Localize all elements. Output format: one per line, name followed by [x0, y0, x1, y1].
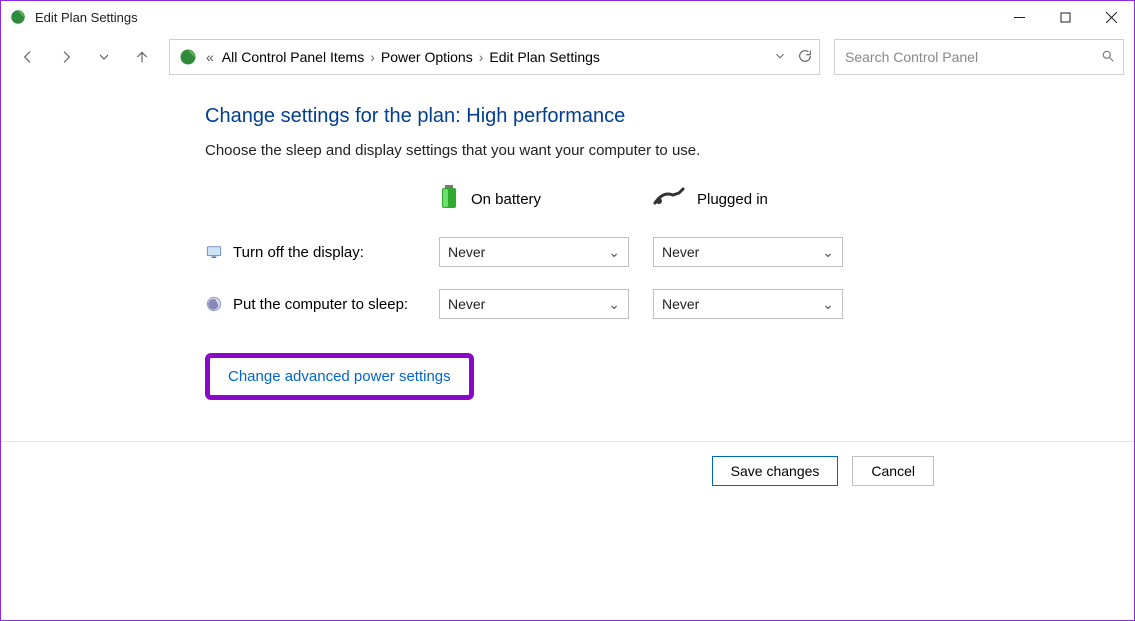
button-label: Save changes — [731, 463, 820, 479]
column-header-plugged: Plugged in — [653, 187, 853, 211]
address-bar[interactable]: « All Control Panel Items › Power Option… — [169, 39, 820, 75]
button-label: Cancel — [871, 463, 915, 479]
sleep-icon — [205, 295, 223, 313]
search-box[interactable] — [834, 39, 1124, 75]
chevron-down-icon: ⌄ — [608, 296, 620, 313]
display-battery-select[interactable]: Never ⌄ — [439, 237, 629, 267]
settings-grid: On battery Plugged in Turn off the displ… — [205, 183, 1134, 319]
page-subtext: Choose the sleep and display settings th… — [205, 142, 1134, 159]
refresh-button[interactable] — [797, 48, 813, 67]
close-button[interactable] — [1088, 1, 1134, 33]
breadcrumb-item[interactable]: All Control Panel Items — [222, 49, 364, 65]
title-bar: Edit Plan Settings — [1, 1, 1134, 33]
display-plugged-select[interactable]: Never ⌄ — [653, 237, 843, 267]
row-text: Put the computer to sleep: — [233, 296, 408, 313]
control-panel-icon — [178, 47, 198, 67]
prefix-chevron-icon: « — [204, 49, 216, 65]
breadcrumb: All Control Panel Items › Power Options … — [222, 49, 767, 65]
breadcrumb-item[interactable]: Power Options — [381, 49, 473, 65]
maximize-button[interactable] — [1042, 1, 1088, 33]
chevron-right-icon: › — [370, 49, 375, 65]
sleep-plugged-select[interactable]: Never ⌄ — [653, 289, 843, 319]
plug-icon — [653, 187, 685, 211]
window-title: Edit Plan Settings — [35, 10, 138, 25]
address-dropdown-button[interactable] — [773, 49, 787, 66]
search-input[interactable] — [843, 48, 1101, 66]
row-text: Turn off the display: — [233, 244, 364, 261]
column-label: On battery — [471, 191, 541, 208]
back-button[interactable] — [11, 40, 45, 74]
page-heading: Change settings for the plan: High perfo… — [205, 105, 1134, 128]
column-header-battery: On battery — [439, 183, 639, 215]
select-value: Never — [448, 244, 485, 260]
highlighted-region: Change advanced power settings — [205, 353, 474, 400]
battery-icon — [439, 183, 459, 215]
select-value: Never — [662, 296, 699, 312]
select-value: Never — [448, 296, 485, 312]
sleep-battery-select[interactable]: Never ⌄ — [439, 289, 629, 319]
search-icon[interactable] — [1101, 49, 1115, 66]
app-icon — [9, 8, 27, 26]
save-button[interactable]: Save changes — [712, 456, 839, 486]
cancel-button[interactable]: Cancel — [852, 456, 934, 486]
up-button[interactable] — [125, 40, 159, 74]
minimize-button[interactable] — [996, 1, 1042, 33]
column-label: Plugged in — [697, 191, 768, 208]
breadcrumb-item[interactable]: Edit Plan Settings — [489, 49, 600, 65]
chevron-down-icon: ⌄ — [822, 244, 834, 261]
advanced-settings-link[interactable]: Change advanced power settings — [228, 368, 451, 385]
chevron-right-icon: › — [479, 49, 484, 65]
recent-dropdown-button[interactable] — [87, 40, 121, 74]
row-label-sleep: Put the computer to sleep: — [205, 295, 425, 313]
chevron-down-icon: ⌄ — [822, 296, 834, 313]
display-icon — [205, 243, 223, 261]
forward-button[interactable] — [49, 40, 83, 74]
chevron-down-icon: ⌄ — [608, 244, 620, 261]
nav-toolbar: « All Control Panel Items › Power Option… — [1, 33, 1134, 81]
row-label-display: Turn off the display: — [205, 243, 425, 261]
content-area: Change settings for the plan: High perfo… — [1, 81, 1134, 441]
footer-actions: Save changes Cancel — [1, 442, 1134, 486]
select-value: Never — [662, 244, 699, 260]
window-controls — [996, 1, 1134, 33]
